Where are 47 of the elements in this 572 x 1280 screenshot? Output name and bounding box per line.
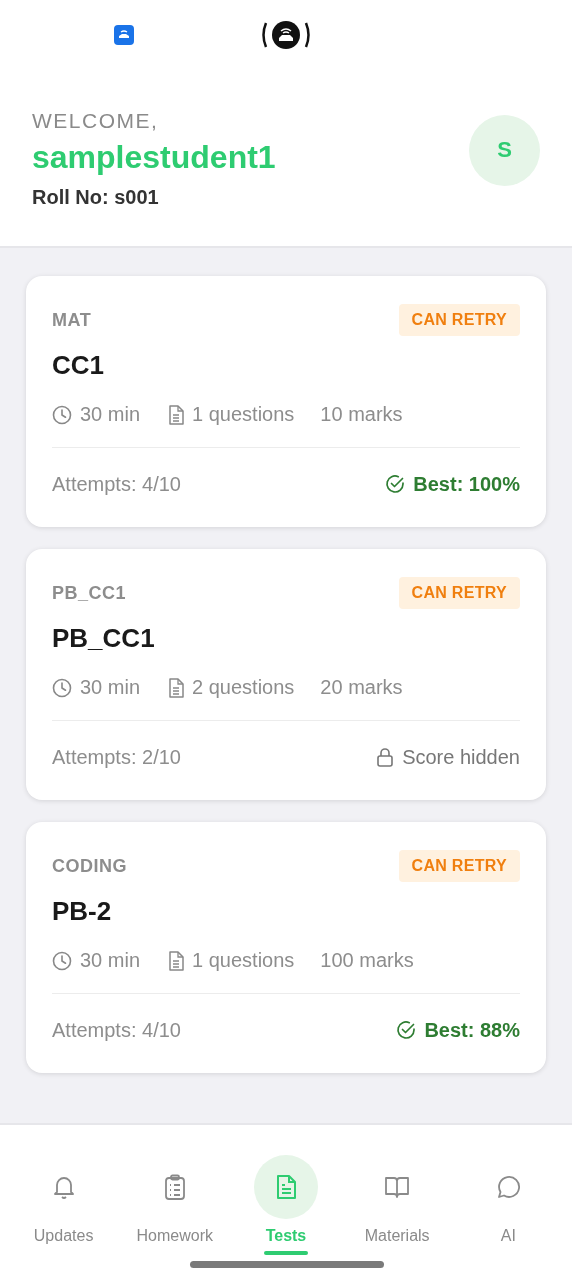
test-title: PB_CC1	[52, 623, 156, 654]
test-title: CC1	[52, 350, 105, 381]
test-title: PB-2	[52, 896, 113, 927]
status-badge: CAN RETRY	[398, 304, 520, 336]
nav-tab[interactable]: AI	[458, 1125, 559, 1280]
nav-tab[interactable]: Updates	[13, 1125, 114, 1280]
roll-number: Roll No: s001	[32, 186, 160, 209]
best-score: Best: 88%	[424, 1018, 520, 1042]
attempts-text: Attempts: 4/10	[52, 472, 181, 496]
questions-text: 1 questions	[192, 403, 295, 426]
clock-icon	[52, 950, 72, 971]
best-score: Best: 100%	[413, 472, 520, 496]
hotspot-icon	[260, 20, 312, 50]
test-card[interactable]: PB_CC1 CAN RETRY PB_CC1 30 min 2 questions 20 marks Attempts: 2/10 Score hidden	[26, 549, 546, 800]
clock-icon	[52, 404, 72, 425]
marks-text: 100 marks	[320, 949, 414, 972]
duration-text: 30 min	[80, 949, 141, 972]
nav-tab[interactable]: Homework	[124, 1125, 225, 1280]
questions-text: 2 questions	[192, 676, 295, 699]
test-card[interactable]: CODING CAN RETRY PB-2 30 min 1 questions 100 marks Attempts: 4/10 Best: 88%	[26, 822, 546, 1073]
welcome-label: WELCOME,	[32, 109, 160, 133]
status-badge: CAN RETRY	[398, 850, 520, 882]
nav-tab[interactable]: Tests	[235, 1125, 336, 1280]
marks-text: 20 marks	[320, 676, 403, 699]
clock-icon	[52, 677, 72, 698]
subject-label: MAT	[52, 309, 92, 331]
document-icon	[168, 950, 185, 971]
document-icon	[168, 404, 185, 425]
app-icon	[114, 25, 134, 45]
avatar[interactable]: S	[469, 114, 540, 186]
subject-label: CODING	[52, 855, 127, 877]
lock-icon	[376, 747, 395, 767]
nav-tab[interactable]: Materials	[347, 1125, 448, 1280]
marks-text: 10 marks	[320, 403, 403, 426]
attempts-text: Attempts: 2/10	[52, 745, 181, 769]
score-hidden-text: Score hidden	[402, 745, 520, 769]
duration-text: 30 min	[80, 403, 141, 426]
test-card[interactable]: MAT CAN RETRY CC1 30 min 1 questions 10 marks Attempts: 4/10 Best: 100%	[26, 276, 546, 527]
subject-label: PB_CC1	[52, 582, 127, 604]
status-badge: CAN RETRY	[398, 577, 520, 609]
questions-text: 1 questions	[192, 949, 295, 972]
duration-text: 30 min	[80, 676, 141, 699]
document-icon	[168, 677, 185, 698]
check-circle-icon	[385, 474, 406, 494]
check-circle-icon	[396, 1020, 417, 1040]
attempts-text: Attempts: 4/10	[52, 1018, 181, 1042]
student-name: samplestudent1	[32, 139, 276, 176]
